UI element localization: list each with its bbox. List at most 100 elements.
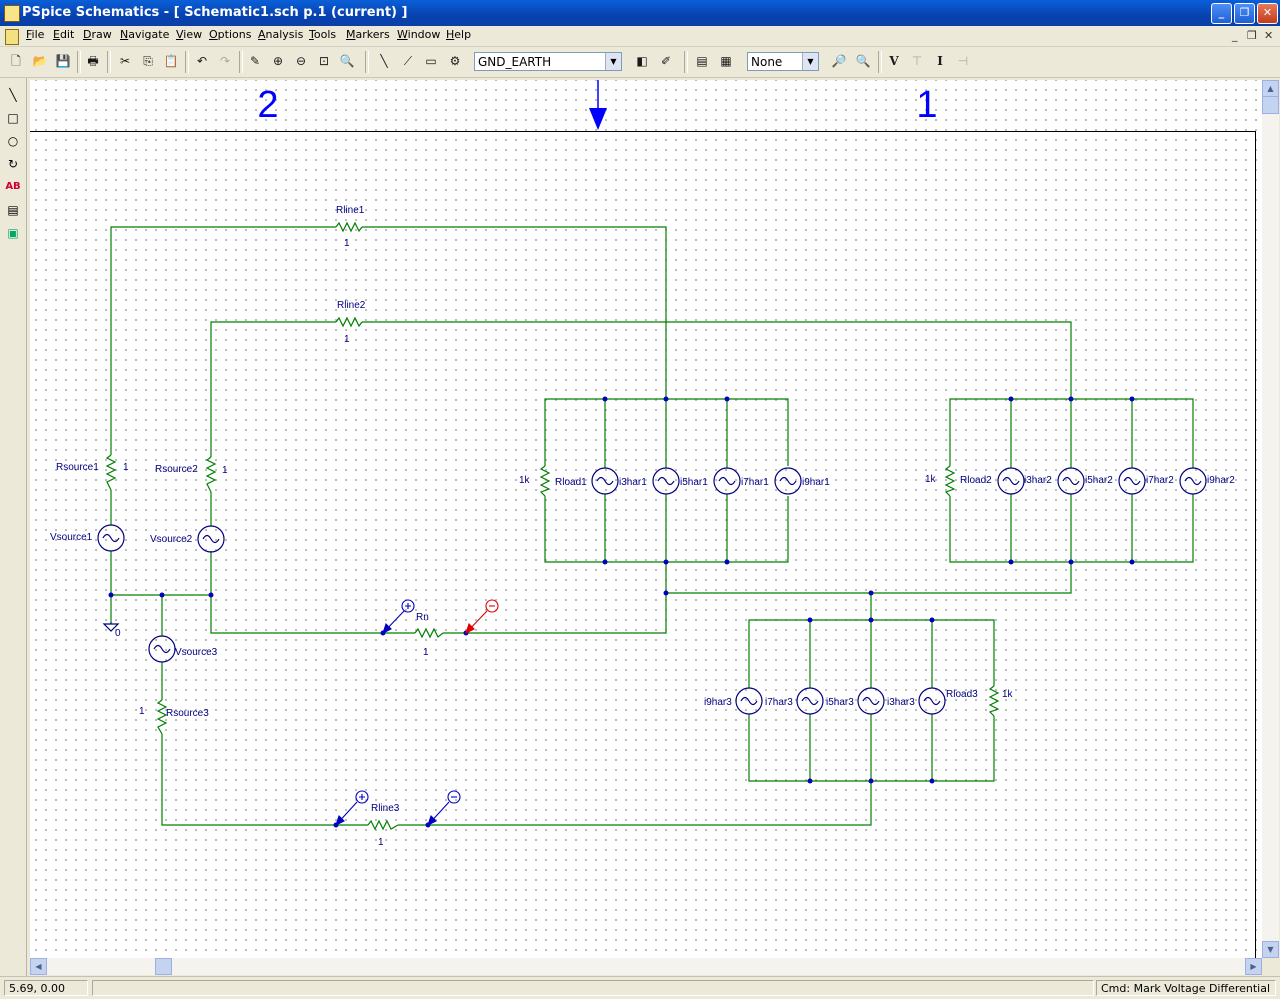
zoom-fit-icon[interactable]: 🔍	[337, 51, 357, 71]
chevron-down-icon[interactable]: ▼	[802, 53, 818, 70]
draw-block-icon[interactable]: ▭	[421, 51, 441, 71]
rline3-value: 1	[378, 837, 384, 848]
redo-icon[interactable]: ↷	[215, 51, 235, 71]
minimize-button[interactable]: _	[1211, 3, 1232, 24]
redraw-icon[interactable]: ✎	[245, 51, 265, 71]
vertical-scroll-thumb[interactable]	[1262, 96, 1279, 114]
i5har3-label: i5har3	[826, 697, 854, 708]
status-bar: 5.69, 0.00 Cmd: Mark Voltage Differentia…	[0, 976, 1280, 999]
save-icon[interactable]: 💾	[53, 51, 73, 71]
circle-tool-icon[interactable]: ○	[4, 132, 22, 150]
current-marker-icon[interactable]: I	[930, 51, 950, 71]
page-break-arrow	[589, 80, 607, 130]
document-icon[interactable]	[5, 29, 19, 45]
rectangle-tool-icon[interactable]: □	[4, 109, 22, 127]
arc-tool-icon[interactable]: ↻	[4, 155, 22, 173]
i9har2-label: i9har2	[1207, 475, 1235, 486]
undo-icon[interactable]: ↶	[192, 51, 212, 71]
rsource1-label: Rsource1	[56, 462, 99, 473]
marker-plus-rline3[interactable]	[335, 790, 369, 827]
rload2-label: Rload2	[960, 475, 992, 486]
chevron-down-icon[interactable]: ▼	[605, 53, 621, 70]
vsource2-label: Vsource2	[150, 534, 193, 545]
scroll-down-icon[interactable]: ▼	[1262, 941, 1279, 958]
scroll-up-icon[interactable]: ▲	[1262, 80, 1279, 97]
menu-window[interactable]: Window	[397, 28, 440, 41]
zoom-area-icon[interactable]: ⊡	[314, 51, 334, 71]
edit-symbol-icon[interactable]: ✐	[656, 51, 676, 71]
menu-bar: File Edit Draw Navigate View Options Ana…	[0, 26, 1280, 47]
marker-combo[interactable]: None ▼	[747, 52, 819, 71]
open-file-icon[interactable]: 📂	[30, 51, 50, 71]
marker-plus-rn[interactable]	[382, 599, 415, 635]
menu-file[interactable]: File	[26, 28, 44, 41]
menu-tools[interactable]: Tools	[309, 28, 336, 41]
line-tool-icon[interactable]: ╲	[4, 86, 22, 104]
zoom-out-icon[interactable]: ⊖	[291, 51, 311, 71]
copy-icon[interactable]: ⎘	[138, 51, 158, 71]
menu-draw[interactable]: Draw	[83, 28, 112, 41]
i3har1-label: i3har1	[619, 477, 647, 488]
text-tool-icon[interactable]: AB	[4, 178, 22, 196]
toolbar-separator	[878, 51, 882, 73]
i5har2-label: i5har2	[1085, 475, 1113, 486]
scroll-left-icon[interactable]: ◀	[30, 958, 47, 975]
rn-label: Rn	[416, 612, 429, 623]
rsource2-symbol	[205, 456, 217, 493]
scroll-right-icon[interactable]: ▶	[1245, 958, 1262, 975]
status-blank	[92, 980, 1094, 996]
menu-help[interactable]: Help	[446, 28, 471, 41]
marker-minus-rline3[interactable]	[427, 790, 461, 827]
draw-bus-icon[interactable]: ⟋	[398, 51, 418, 71]
rline2-value: 1	[344, 334, 350, 345]
main-toolbar: 🗋 📂 💾 🖶 ✂ ⎘ 📋 ↶ ↷ ✎ ⊕ ⊖ ⊡ 🔍 ╲ ⟋ ▭ ⚙ GND_…	[0, 47, 1280, 78]
zoom-in-icon[interactable]: ⊕	[268, 51, 288, 71]
part-name-combo[interactable]: GND_EARTH ▼	[474, 52, 622, 71]
i7har2-symbol	[1118, 467, 1146, 495]
horizontal-scrollbar[interactable]: ◀ ▶	[30, 958, 1262, 975]
edit-attributes-icon[interactable]: ◧	[632, 51, 652, 71]
draw-wire-icon[interactable]: ╲	[374, 51, 394, 71]
i3har2-label: i3har2	[1024, 475, 1052, 486]
i9har2-symbol	[1179, 467, 1207, 495]
i3har3-symbol	[918, 687, 946, 715]
mdi-restore-button[interactable]: ❐	[1247, 29, 1257, 42]
new-file-icon[interactable]: 🗋	[6, 51, 26, 71]
menu-options[interactable]: Options	[209, 28, 251, 41]
wires	[110, 226, 1194, 826]
menu-view[interactable]: View	[176, 28, 202, 41]
close-button[interactable]: ✕	[1257, 3, 1278, 24]
menu-markers[interactable]: Markers	[346, 28, 390, 41]
cut-icon[interactable]: ✂	[115, 51, 135, 71]
setup-analysis-icon[interactable]: ▤	[692, 51, 712, 71]
simulate-icon[interactable]: ▦	[716, 51, 736, 71]
i7har3-label: i7har3	[765, 697, 793, 708]
print-icon[interactable]: 🖶	[83, 51, 103, 71]
marker-minus-rn[interactable]	[465, 599, 499, 635]
menu-edit[interactable]: Edit	[53, 28, 74, 41]
insert-picture-icon[interactable]: ▣	[4, 224, 22, 242]
toolbar-separator	[365, 51, 369, 73]
vertical-scrollbar[interactable]: ▲ ▼	[1262, 80, 1279, 958]
voltage-differential-icon[interactable]: ⊤	[907, 51, 927, 71]
get-part-icon[interactable]: ⚙	[445, 51, 465, 71]
vsource3-symbol	[148, 635, 176, 663]
rsource2-value: 1	[222, 465, 228, 476]
voltage-marker-icon[interactable]: V	[884, 51, 904, 71]
menu-navigate[interactable]: Navigate	[120, 28, 169, 41]
mdi-close-button[interactable]: ✕	[1264, 29, 1273, 42]
schematic-canvas[interactable]: 2 1 Rline1 1 Rline2 1 Rn 1 Rline3 1 Rsou…	[30, 80, 1262, 958]
toolbar-separator	[77, 51, 81, 73]
text-box-tool-icon[interactable]: ▤	[4, 201, 22, 219]
mdi-minimize-button[interactable]: _	[1232, 29, 1238, 42]
probe-search-icon[interactable]: 🔍	[853, 51, 873, 71]
i5har1-label: i5har1	[680, 477, 708, 488]
power-marker-icon[interactable]: ⊣	[953, 51, 973, 71]
app-icon[interactable]	[4, 5, 20, 22]
probe-icon[interactable]: 🔎	[829, 51, 849, 71]
paste-icon[interactable]: 📋	[161, 51, 181, 71]
menu-analysis[interactable]: Analysis	[258, 28, 303, 41]
restore-button[interactable]: ❐	[1234, 3, 1255, 24]
left-toolbar: ╲ □ ○ ↻ AB ▤ ▣	[0, 78, 27, 978]
horizontal-scroll-thumb[interactable]	[155, 958, 172, 975]
